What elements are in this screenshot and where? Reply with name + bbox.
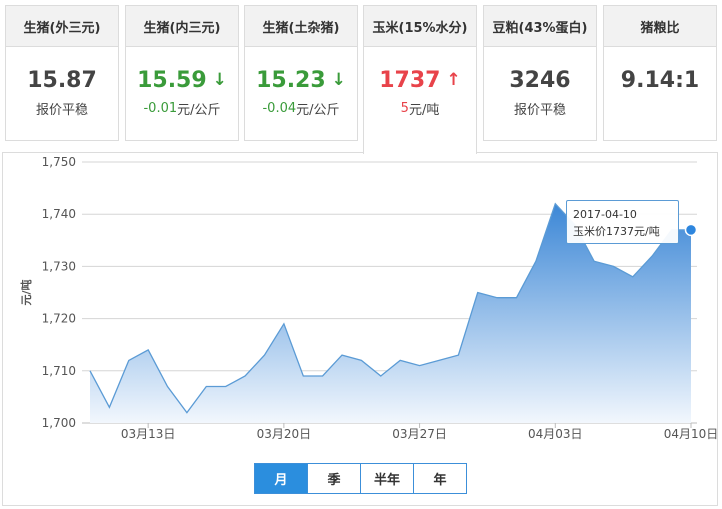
data-point bbox=[552, 201, 558, 207]
card-value: 1737 ↑ bbox=[379, 67, 461, 93]
data-point bbox=[300, 373, 306, 379]
data-point bbox=[261, 352, 267, 358]
y-tick-label: 1,710 bbox=[42, 364, 76, 378]
data-point bbox=[436, 357, 442, 363]
data-point bbox=[87, 368, 93, 374]
tab-year[interactable]: 年 bbox=[413, 464, 466, 493]
x-tick-label: 04月10日 bbox=[664, 427, 719, 441]
x-tick-label: 03月13日 bbox=[121, 427, 176, 441]
data-point bbox=[455, 352, 461, 358]
card-corn[interactable]: 玉米(15%水分) 1737 ↑ 5 元/吨 bbox=[363, 5, 477, 154]
data-point bbox=[203, 383, 209, 389]
data-point bbox=[378, 373, 384, 379]
data-point bbox=[320, 373, 326, 379]
data-point bbox=[106, 404, 112, 410]
data-point bbox=[417, 363, 423, 369]
tab-quarter[interactable]: 季 bbox=[307, 464, 360, 493]
data-point bbox=[475, 290, 481, 296]
tab-half-year[interactable]: 半年 bbox=[360, 464, 413, 493]
data-point bbox=[494, 295, 500, 301]
y-tick-label: 1,700 bbox=[42, 416, 76, 430]
data-point bbox=[591, 258, 597, 264]
data-point bbox=[145, 347, 151, 353]
data-point bbox=[610, 263, 616, 269]
y-tick-label: 1,750 bbox=[42, 155, 76, 169]
arrow-up-icon: ↑ bbox=[446, 69, 461, 90]
data-point bbox=[630, 274, 636, 280]
data-point bbox=[358, 357, 364, 363]
tooltip-value: 玉米价1737元/吨 bbox=[573, 225, 660, 238]
x-tick-label: 04月03日 bbox=[528, 427, 583, 441]
data-point bbox=[281, 321, 287, 327]
data-point bbox=[242, 373, 248, 379]
data-point bbox=[223, 383, 229, 389]
y-tick-label: 1,730 bbox=[42, 259, 76, 273]
tooltip-date: 2017-04-10 bbox=[573, 208, 637, 221]
data-point bbox=[339, 352, 345, 358]
card-change: 5 元/吨 bbox=[400, 101, 440, 118]
data-point bbox=[533, 258, 539, 264]
data-point bbox=[397, 357, 403, 363]
x-tick-label: 03月20日 bbox=[257, 427, 312, 441]
data-point bbox=[514, 295, 520, 301]
data-point bbox=[184, 410, 190, 416]
data-point bbox=[126, 357, 132, 363]
card-title: 玉米(15%水分) bbox=[364, 6, 476, 47]
data-point bbox=[165, 383, 171, 389]
tab-month[interactable]: 月 bbox=[255, 464, 307, 493]
y-axis-label: 元/吨 bbox=[19, 279, 33, 305]
chart-tooltip: 2017-04-10 玉米价1737元/吨 bbox=[566, 200, 679, 244]
y-tick-label: 1,720 bbox=[42, 312, 76, 326]
x-tick-label: 03月27日 bbox=[392, 427, 447, 441]
data-point bbox=[649, 253, 655, 259]
range-tabs: 月 季 半年 年 bbox=[254, 463, 467, 494]
y-tick-label: 1,740 bbox=[42, 207, 76, 221]
highlight-point bbox=[684, 223, 698, 237]
